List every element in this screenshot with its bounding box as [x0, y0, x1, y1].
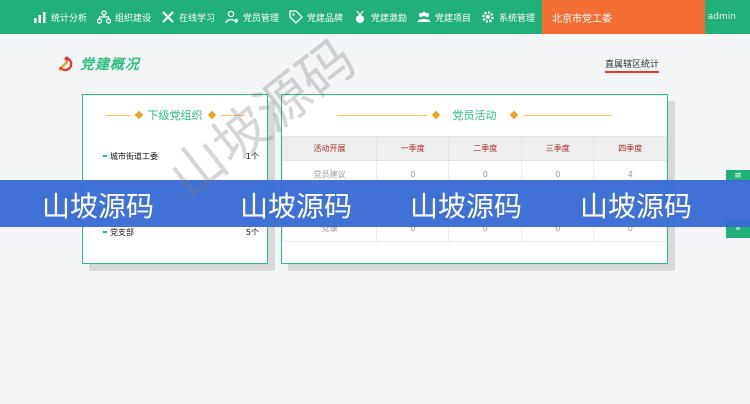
column-header: 二季度 — [448, 136, 522, 161]
party-emblem-icon — [56, 55, 74, 73]
column-header: 活动开展 — [282, 136, 377, 161]
org-count: 5个 — [245, 227, 259, 237]
watermark-text: 山坡源码 — [42, 190, 155, 223]
user-gear-icon — [225, 10, 239, 24]
tag-icon — [289, 10, 303, 24]
header-divider — [522, 114, 613, 116]
member-activities-panel: 党员活动 活动开展 一季度 二季度 三季度 四季度 党员建议 0 0 0 4 党… — [281, 94, 668, 264]
group-icon — [417, 10, 431, 24]
medal-icon — [353, 10, 367, 24]
nav-item-label: 系统管理 — [499, 13, 536, 24]
nav-item-member-management[interactable]: 党员管理 — [225, 0, 279, 34]
column-header: 一季度 — [375, 136, 450, 161]
watermark-text: 山坡源码 — [410, 190, 523, 223]
nav-item-party-incentive[interactable]: 党建激励 — [353, 0, 407, 34]
nav-item-label: 党建项目 — [435, 13, 472, 24]
nav-item-statistics[interactable]: 统计分析 — [33, 0, 87, 34]
nav-item-label: 统计分析 — [51, 13, 88, 24]
nav-item-organization[interactable]: 组织建设 — [97, 0, 151, 34]
list-item[interactable]: 党支部 5个 — [103, 226, 259, 238]
page-title: 党建概况 — [80, 57, 140, 73]
diamond-icon — [431, 110, 440, 120]
nav-item-label: 组织建设 — [115, 13, 152, 24]
column-header: 四季度 — [593, 136, 667, 161]
nav-item-system-management[interactable]: 系统管理 — [481, 0, 535, 34]
org-tree-icon — [97, 10, 111, 24]
tools-icon — [161, 10, 175, 24]
bar-chart-icon — [33, 10, 47, 24]
nav-item-label: 党建激励 — [371, 13, 408, 24]
page-title-area: 党建概况 — [56, 54, 140, 74]
watermark-text: 山坡源码 — [240, 190, 353, 223]
nav-item-party-project[interactable]: 党建项目 — [417, 0, 471, 34]
org-name: 党支部 — [103, 227, 134, 238]
jurisdiction-stats-link[interactable]: 直属辖区统计 — [605, 57, 660, 73]
panel-header: 党员活动 — [282, 107, 667, 123]
table-header-row: 活动开展 一季度 二季度 三季度 四季度 — [282, 136, 667, 161]
column-header: 三季度 — [520, 136, 595, 161]
diamond-icon — [509, 110, 518, 120]
nav-item-online-learning[interactable]: 在线学习 — [161, 0, 215, 34]
gear-icon — [481, 10, 495, 24]
current-org-tab[interactable]: 北京市党工委 — [542, 0, 705, 34]
header-divider — [105, 114, 130, 116]
user-name[interactable]: admin — [708, 0, 736, 34]
header-divider — [336, 114, 427, 116]
nav-item-label: 在线学习 — [179, 13, 216, 24]
diamond-icon — [134, 110, 143, 120]
panel-title: 党员活动 — [452, 109, 497, 122]
nav-item-label: 党员管理 — [243, 13, 280, 24]
org-name: 城市街道工委 — [103, 151, 158, 162]
watermark-text: 山坡源码 — [580, 190, 693, 223]
